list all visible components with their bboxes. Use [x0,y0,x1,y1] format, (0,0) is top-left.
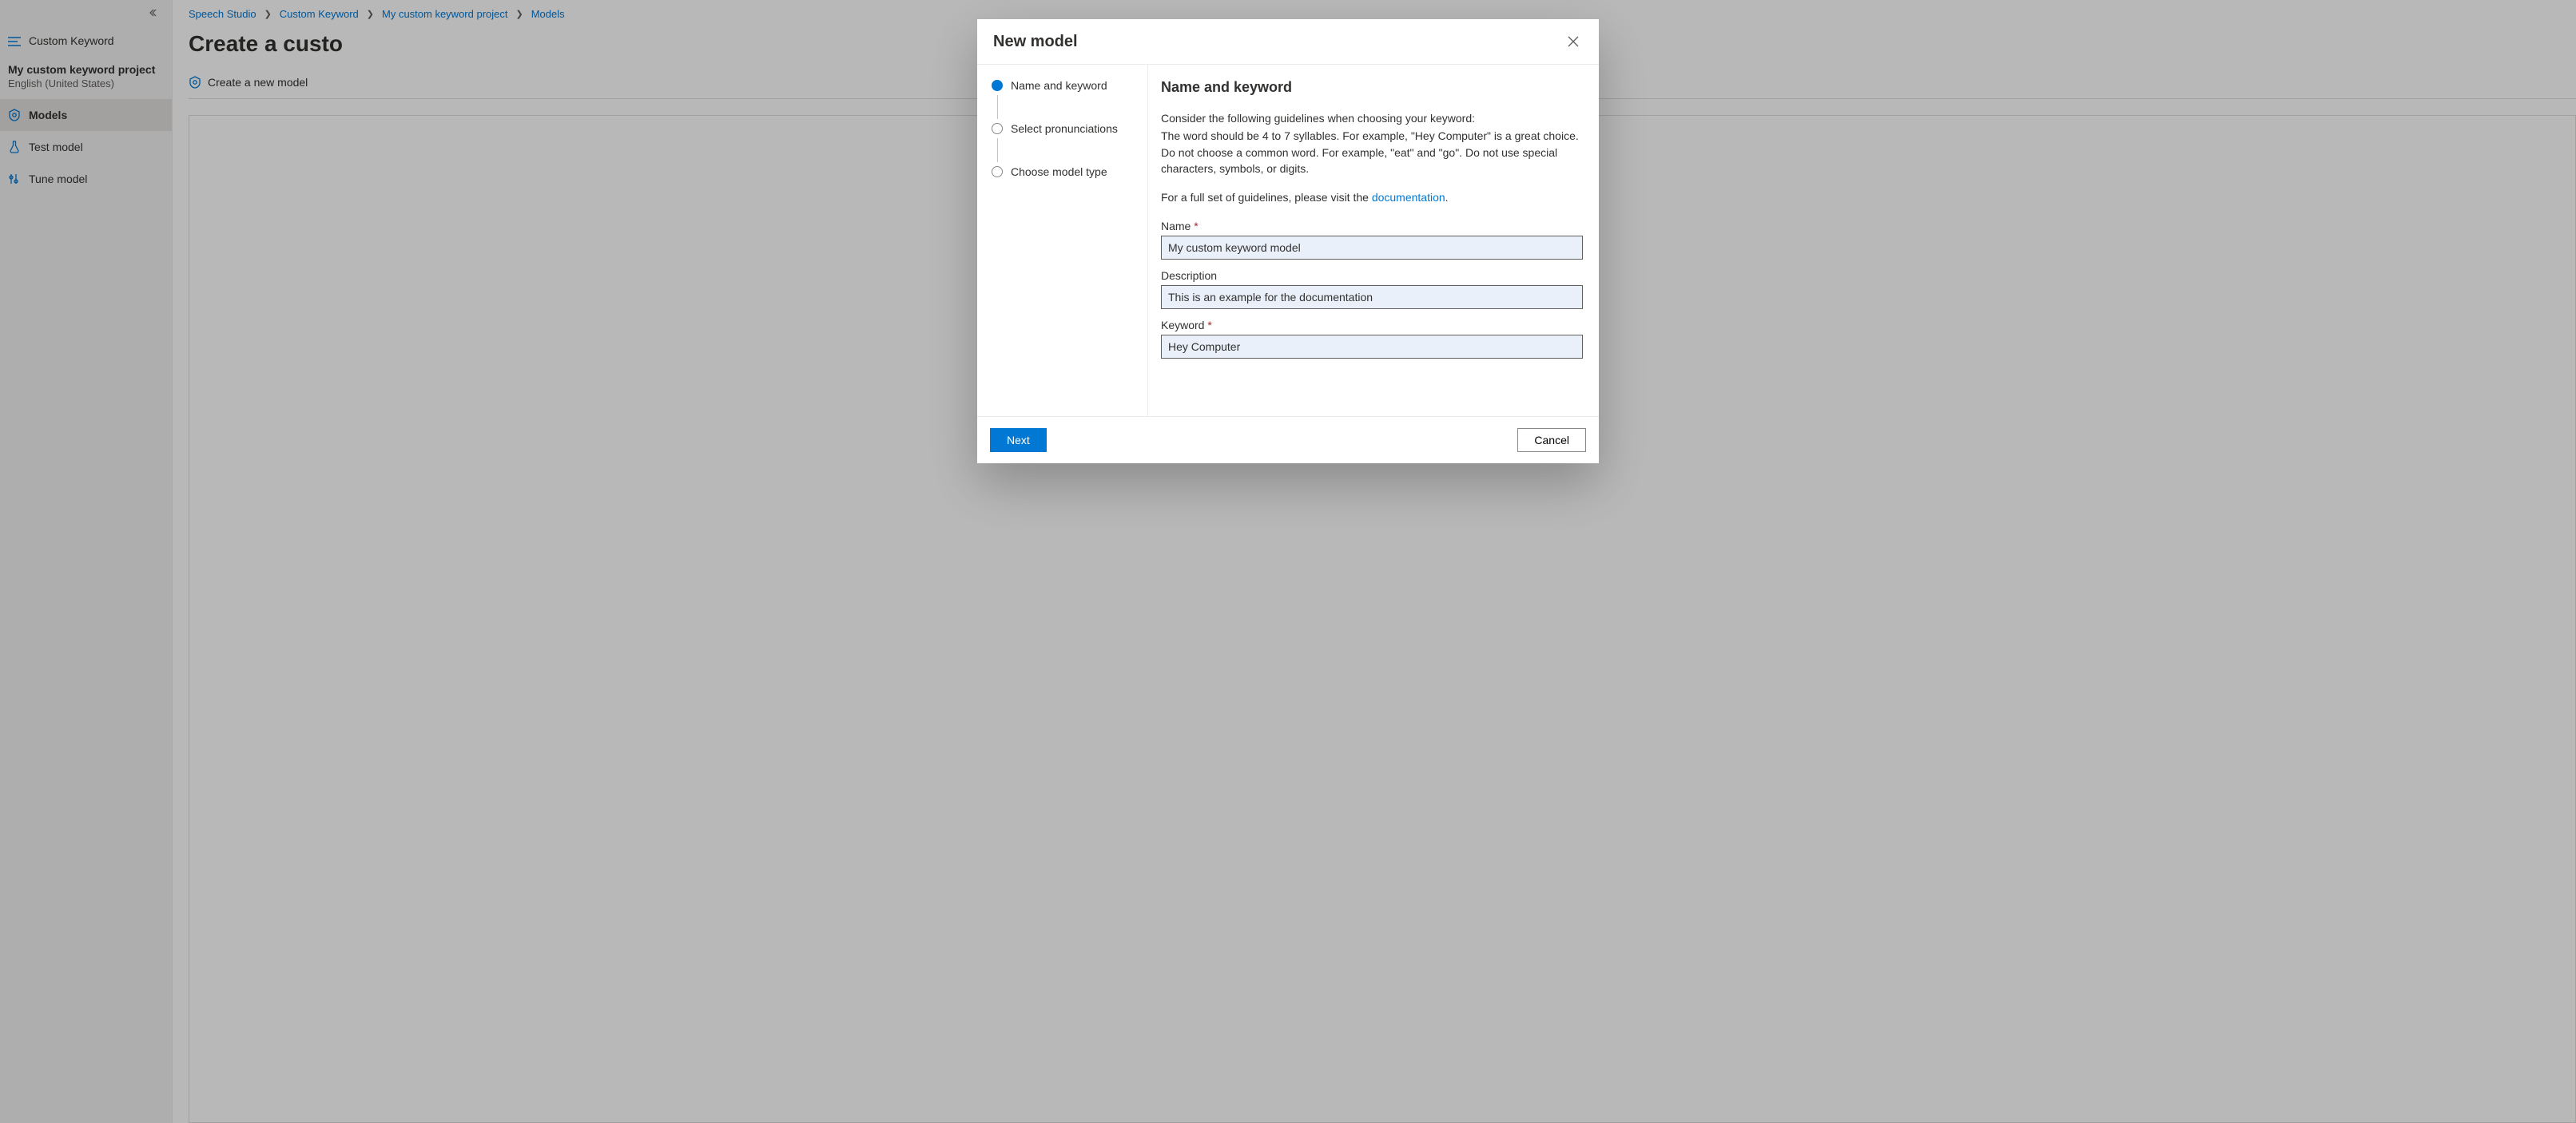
keyword-field-group: Keyword * [1161,319,1583,359]
doc-prefix: For a full set of guidelines, please vis… [1161,191,1372,204]
close-button[interactable] [1564,32,1583,51]
step-label: Choose model type [1011,165,1107,178]
step-select-pronunciations[interactable]: Select pronunciations [992,122,1133,135]
step-heading: Name and keyword [1161,79,1583,96]
name-label: Name * [1161,220,1583,232]
keyword-input[interactable] [1161,335,1583,359]
new-model-dialog: New model Name and keyword Select pronun… [977,19,1599,463]
required-indicator: * [1207,319,1211,331]
doc-line: For a full set of guidelines, please vis… [1161,189,1583,205]
cancel-button[interactable]: Cancel [1517,428,1586,452]
doc-suffix: . [1445,191,1449,204]
step-indicator-icon [992,123,1003,134]
description-label: Description [1161,269,1583,282]
required-indicator: * [1194,220,1198,232]
modal-header: New model [977,19,1599,65]
description-input[interactable] [1161,285,1583,309]
step-choose-model-type[interactable]: Choose model type [992,165,1133,178]
step-indicator-icon [992,166,1003,177]
step-indicator-icon [992,80,1003,91]
guidelines-body: The word should be 4 to 7 syllables. For… [1161,128,1583,177]
step-label: Select pronunciations [1011,122,1118,135]
modal-body: Name and keyword Select pronunciations C… [977,65,1599,416]
name-label-text: Name [1161,220,1191,232]
step-content: Name and keyword Consider the following … [1148,65,1599,416]
modal-title: New model [993,33,1078,51]
step-name-and-keyword[interactable]: Name and keyword [992,79,1133,92]
keyword-label: Keyword * [1161,319,1583,331]
close-icon [1568,36,1579,47]
keyword-label-text: Keyword [1161,319,1204,331]
name-field-group: Name * [1161,220,1583,260]
name-input[interactable] [1161,236,1583,260]
next-button[interactable]: Next [990,428,1047,452]
guidelines-text: Consider the following guidelines when c… [1161,110,1583,177]
step-connector [997,138,998,162]
description-field-group: Description [1161,269,1583,309]
step-connector [997,95,998,119]
wizard-steps: Name and keyword Select pronunciations C… [977,65,1148,416]
guidelines-intro: Consider the following guidelines when c… [1161,110,1583,126]
documentation-link[interactable]: documentation [1372,191,1445,204]
step-label: Name and keyword [1011,79,1107,92]
modal-footer: Next Cancel [977,416,1599,463]
modal-overlay: New model Name and keyword Select pronun… [0,0,2576,1123]
